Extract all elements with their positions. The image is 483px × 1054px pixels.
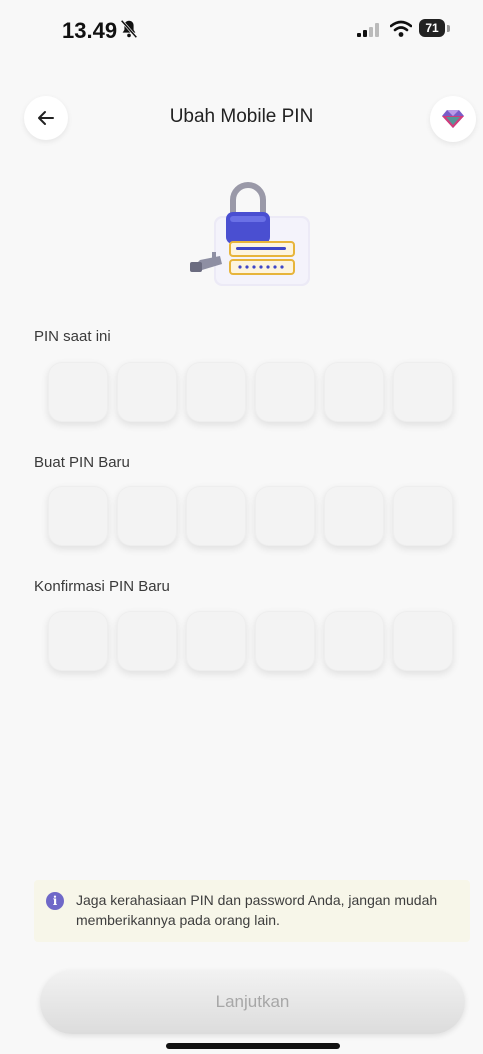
confirm-pin-input[interactable]: [48, 611, 453, 671]
confirm-pin-digit-5[interactable]: [324, 611, 384, 671]
current-pin-label: PIN saat ini: [34, 328, 111, 345]
battery-cap: [447, 25, 450, 32]
arrow-left-icon: [38, 111, 54, 125]
new-pin-digit-6[interactable]: [393, 486, 453, 546]
confirm-pin-digit-6[interactable]: [393, 611, 453, 671]
current-pin-digit-6[interactable]: [393, 362, 453, 422]
battery-level: 71: [419, 19, 445, 37]
wifi-icon: [390, 20, 412, 37]
new-pin-digit-5[interactable]: [324, 486, 384, 546]
current-pin-digit-1[interactable]: [48, 362, 108, 422]
confirm-pin-digit-4[interactable]: [255, 611, 315, 671]
confirm-pin-label: Konfirmasi PIN Baru: [34, 578, 170, 595]
current-pin-input[interactable]: [48, 362, 453, 422]
new-pin-digit-4[interactable]: [255, 486, 315, 546]
lock-key-illustration: [190, 182, 310, 286]
new-pin-digit-1[interactable]: [48, 486, 108, 546]
confirm-pin-digit-1[interactable]: [48, 611, 108, 671]
gem-icon: [442, 110, 464, 128]
change-pin-screen: 13.49 71 Ubah Mobile PIN PIN saat ini Bu…: [0, 0, 483, 1054]
current-pin-digit-3[interactable]: [186, 362, 246, 422]
new-pin-digit-3[interactable]: [186, 486, 246, 546]
status-bar: 13.49 71: [0, 0, 483, 60]
page-title: Ubah Mobile PIN: [169, 106, 314, 127]
new-pin-digit-2[interactable]: [117, 486, 177, 546]
security-info-text: Jaga kerahasiaan PIN dan password Anda, …: [76, 892, 438, 928]
confirm-pin-digit-2[interactable]: [117, 611, 177, 671]
continue-button[interactable]: Lanjutkan: [40, 970, 465, 1034]
current-pin-digit-2[interactable]: [117, 362, 177, 422]
battery-icon: 71: [419, 19, 452, 39]
new-pin-label: Buat PIN Baru: [34, 454, 130, 471]
security-info-banner: i Jaga kerahasiaan PIN dan password Anda…: [34, 880, 470, 942]
current-pin-digit-4[interactable]: [255, 362, 315, 422]
new-pin-input[interactable]: [48, 486, 453, 546]
current-pin-digit-5[interactable]: [324, 362, 384, 422]
gem-button[interactable]: [430, 96, 476, 142]
back-button[interactable]: [24, 96, 68, 140]
confirm-pin-digit-3[interactable]: [186, 611, 246, 671]
home-indicator[interactable]: [166, 1043, 340, 1049]
bell-off-icon: [120, 19, 138, 39]
signal-icon: [357, 23, 379, 37]
status-time: 13.49: [62, 18, 118, 43]
info-icon: i: [46, 892, 64, 910]
